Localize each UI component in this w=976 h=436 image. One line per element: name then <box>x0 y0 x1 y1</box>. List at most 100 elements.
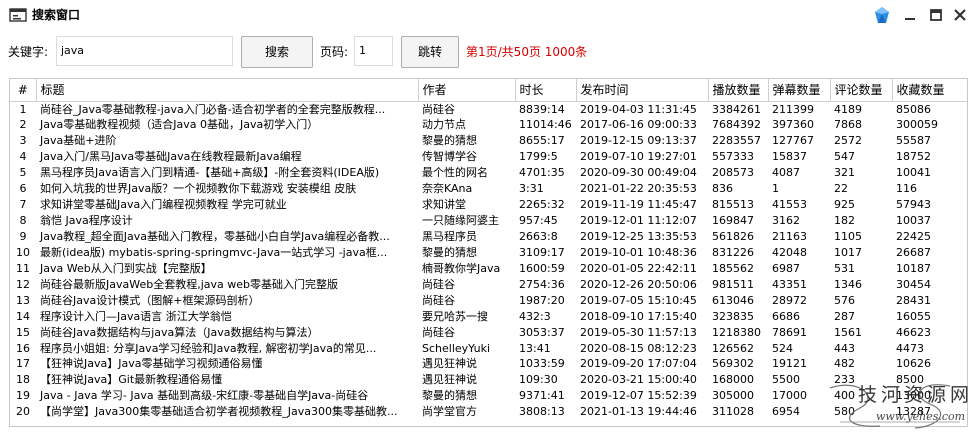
column-header[interactable]: 弹幕数量 <box>768 79 831 102</box>
column-header[interactable]: 标题 <box>36 79 419 102</box>
table-cell: 2019-12-07 15:52:39 <box>580 389 697 403</box>
column-header[interactable]: 作者 <box>418 79 516 102</box>
table-row[interactable]: 17 【狂神说Java】Java零基础学习视频通俗易懂 遇见狂神说 1033:59 20… <box>10 356 967 372</box>
table-cell: Java - Java 学习- Java 基础到高级-宋红康-零基础自学Java… <box>40 389 369 403</box>
table-row[interactable]: 1 尚硅谷_Java零基础教程-java入门必备-适合初学者的全套完整版教程...… <box>10 101 967 117</box>
watermark-text: 技河资源网 <box>858 384 974 406</box>
table-cell: 13:41 <box>519 341 551 355</box>
table-cell: 2021-01-13 19:44:46 <box>580 405 697 419</box>
table-cell: 557333 <box>712 150 754 164</box>
table-cell: 432:3 <box>519 309 551 323</box>
table-cell: 【狂神说Java】Git最新教程通俗易懂 <box>40 373 223 387</box>
table-cell: 2019-05-30 11:57:13 <box>580 325 697 339</box>
table-row[interactable]: 4 Java入门/黑马Java零基础Java在线教程最新Java编程 传智博学谷 17… <box>10 149 967 165</box>
table-cell: 最新(idea版) mybatis-spring-springmvc-Java一… <box>40 245 388 259</box>
table-cell: 8655:17 <box>519 134 565 148</box>
column-header[interactable]: 播放数量 <box>708 79 769 102</box>
table-cell: 2019-11-19 11:45:47 <box>580 198 697 212</box>
table-cell: 1105 <box>834 229 862 243</box>
table-cell: 尚硅谷 <box>422 102 455 116</box>
table-cell: 4189 <box>834 102 862 116</box>
table-cell: 2020-03-21 15:00:40 <box>580 373 697 387</box>
table-cell: 2283557 <box>712 134 761 148</box>
table-cell: 10 <box>16 245 30 259</box>
table-cell: 981511 <box>712 277 754 291</box>
table-row[interactable]: 6 如何入坑我的世界Java版？一个视频教你下载游戏 安装模组 皮肤 奈奈KAna 3… <box>10 181 967 197</box>
table-row[interactable]: 8 翁恺 Java程序设计 一只随缘阿婆主 957:45 2019-12-01 11:1… <box>10 213 967 229</box>
column-header[interactable]: 发布时间 <box>576 79 709 102</box>
table-cell: Java教程_超全面Java基础入门教程，零基础小白自学Java编程必备教... <box>40 229 390 243</box>
table-cell: 28972 <box>772 293 807 307</box>
search-button[interactable]: 搜索 <box>241 36 313 68</box>
column-header[interactable]: 收藏数量 <box>892 79 967 102</box>
table-cell: 169847 <box>712 214 754 228</box>
table-cell: 323835 <box>712 309 754 323</box>
close-icon[interactable] <box>952 7 968 23</box>
table-cell: 动力节点 <box>422 118 466 132</box>
table-cell: 547 <box>834 150 855 164</box>
table-row[interactable]: 13 尚硅谷Java设计模式（图解+框架源码剖析） 尚硅谷 1987:20 2019-0… <box>10 292 967 308</box>
table-row[interactable]: 9 Java教程_超全面Java基础入门教程，零基础小白自学Java编程必备教..… <box>10 229 967 245</box>
table-cell: 8 <box>19 214 27 228</box>
table-row[interactable]: 2 Java零基础教程视频（适合Java 0基础，Java初学入门） 动力节点 110… <box>10 117 967 133</box>
table-cell: 7 <box>19 198 27 212</box>
table-cell: 116 <box>896 182 917 196</box>
table-row[interactable]: 7 求知讲堂零基础Java入门编程视频教程 学完可就业 求知讲堂 2265:32 201… <box>10 197 967 213</box>
table-cell: 576 <box>834 293 855 307</box>
table-cell: 3053:37 <box>519 325 565 339</box>
table-cell: 2572 <box>834 134 862 148</box>
table-cell: 1 <box>772 182 779 196</box>
table-cell: Java零基础教程视频（适合Java 0基础，Java初学入门） <box>40 118 319 132</box>
table-cell: 1033:59 <box>519 357 565 371</box>
table-cell: 尚硅谷最新版JavaWeb全套教程,java web零基础入门完整版 <box>40 277 339 291</box>
table-cell: 168000 <box>712 373 754 387</box>
minimize-icon[interactable] <box>902 7 918 23</box>
table-cell: 3109:17 <box>519 245 565 259</box>
table-cell: 1346 <box>834 277 862 291</box>
table-cell: 【狂神说Java】Java零基础学习视频通俗易懂 <box>40 357 263 371</box>
watermark-url: www.yehes.com <box>876 410 966 423</box>
table-cell: 最个性的网名 <box>422 166 488 180</box>
table-row[interactable]: 15 尚硅谷Java数据结构与java算法（Java数据结构与算法） 尚硅谷 3053… <box>10 324 967 340</box>
table-cell: 19 <box>16 389 30 403</box>
table-row[interactable]: 10 最新(idea版) mybatis-spring-springmvc-Jav… <box>10 244 967 260</box>
keyword-input[interactable]: java <box>56 36 233 66</box>
table-cell: 613046 <box>712 293 754 307</box>
table-cell: 2019-07-10 19:27:01 <box>580 150 697 164</box>
table-cell: Java入门/黑马Java零基础Java在线教程最新Java编程 <box>40 150 302 164</box>
table-cell: 尚硅谷 <box>422 277 455 291</box>
table-cell: 4473 <box>896 341 924 355</box>
jump-button[interactable]: 跳转 <box>401 36 459 68</box>
table-cell: 12 <box>16 277 30 291</box>
table-cell: 14 <box>16 309 30 323</box>
table-cell: 55587 <box>896 134 931 148</box>
table-cell: 1017 <box>834 245 862 259</box>
table-row[interactable]: 14 程序设计入门—Java语言 浙江大学翁恺 要兄哈苏一搜 432:3 2018-09… <box>10 308 967 324</box>
table-cell: 【尚学堂】Java300集零基础适合初学者视频教程_Java300集零基础教..… <box>40 405 398 419</box>
table-row[interactable]: 12 尚硅谷最新版JavaWeb全套教程,java web零基础入门完整版 尚硅谷 2… <box>10 276 967 292</box>
gem-icon[interactable] <box>874 6 890 24</box>
table-cell: 9 <box>19 229 27 243</box>
table-row[interactable]: 16 程序员小姐姐: 分享Java学习经验和Java教程, 解密初学Java的常见… <box>10 340 967 356</box>
table-row[interactable]: 3 Java基础+进阶 黎曼的猜想 8655:17 2019-12-15 09:13:3… <box>10 133 967 149</box>
table-cell: 2019-09-20 17:07:04 <box>580 357 697 371</box>
table-row[interactable]: 11 Java Web从入门到实战【完整版】 楠哥教你学Java 1600:59 202… <box>10 260 967 276</box>
table-cell: 22425 <box>896 229 931 243</box>
table-cell: 305000 <box>712 389 754 403</box>
table-cell: 2 <box>19 118 27 132</box>
table-cell: 2020-01-05 22:42:11 <box>580 261 697 275</box>
table-cell: 8839:14 <box>519 102 565 116</box>
table-cell: 41553 <box>772 198 807 212</box>
table-row[interactable]: 5 黑马程序员Java语言入门到精通-【基础+高级】-附全套资料(IDEA版) 最个… <box>10 165 967 181</box>
column-header[interactable]: 时长 <box>515 79 577 102</box>
column-header[interactable]: 评论数量 <box>830 79 893 102</box>
table-cell: 2017-06-16 09:00:33 <box>580 118 697 132</box>
table-cell: 10626 <box>896 357 931 371</box>
table-cell: 10037 <box>896 214 931 228</box>
table-cell: 2020-12-26 20:50:06 <box>580 277 697 291</box>
maximize-icon[interactable] <box>928 7 944 23</box>
column-header[interactable]: # <box>10 79 37 102</box>
table-cell: 6 <box>19 182 27 196</box>
table-cell: 9371:41 <box>519 389 565 403</box>
page-input[interactable]: 1 <box>354 36 393 66</box>
